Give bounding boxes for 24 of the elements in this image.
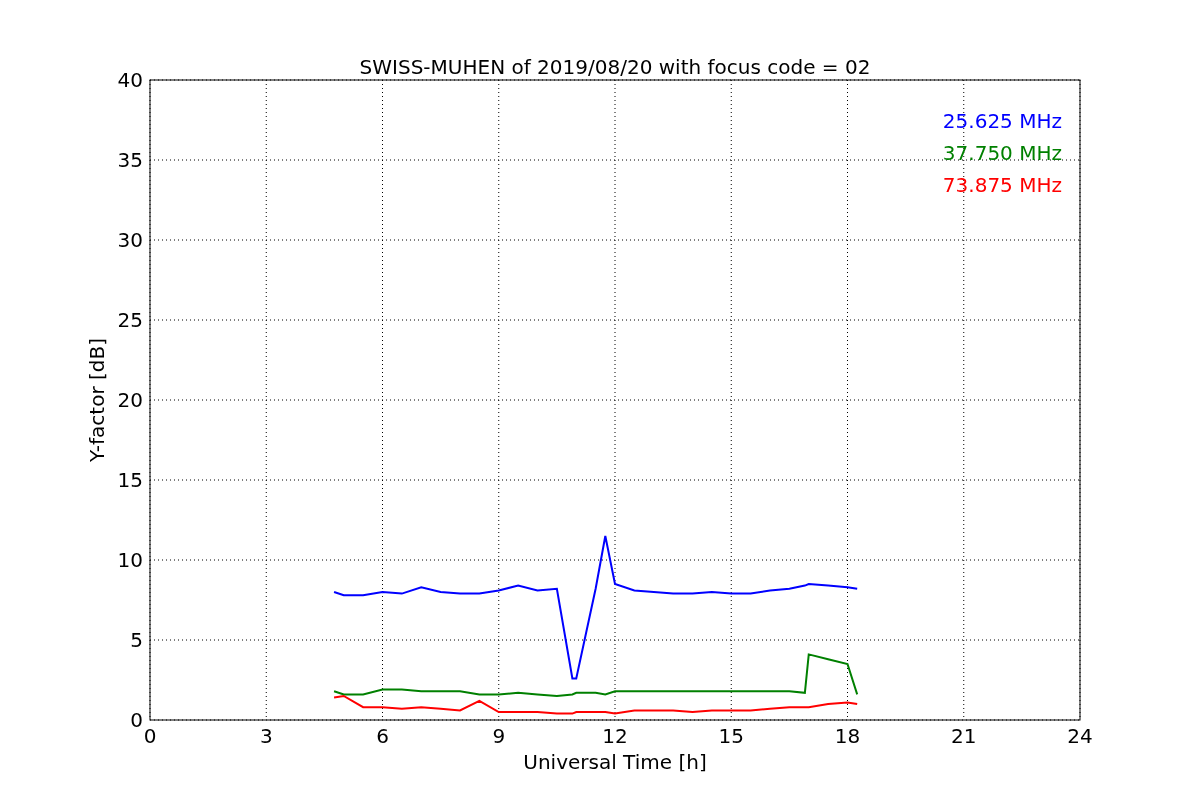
tick-label: 30 — [117, 228, 143, 252]
tick-label: 15 — [718, 724, 744, 748]
chart-title: SWISS-MUHEN of 2019/08/20 with focus code = 02 — [359, 55, 871, 79]
tick-label: 18 — [834, 724, 861, 748]
tick-label: 5 — [130, 628, 143, 652]
tick-label: 40 — [117, 68, 143, 92]
tick-label: 25 — [117, 308, 143, 332]
axis-label: Universal Time [h] — [523, 750, 707, 774]
tick-label: 24 — [1067, 724, 1093, 748]
tick-label: 21 — [951, 724, 977, 748]
legend-label: 73.875 MHz — [942, 173, 1062, 197]
tick-label: 6 — [376, 724, 389, 748]
tick-label: 3 — [259, 724, 273, 748]
tick-label: 9 — [492, 724, 506, 748]
tick-label: 0 — [143, 724, 157, 748]
tick-label: 12 — [602, 724, 628, 748]
tick-label: 0 — [130, 708, 143, 732]
tick-label: 20 — [117, 388, 143, 412]
legend-label: 25.625 MHz — [942, 109, 1062, 133]
tick-label: 15 — [117, 468, 143, 492]
legend-label: 37.750 MHz — [942, 141, 1062, 165]
tick-label: 10 — [117, 548, 143, 572]
tick-label: 35 — [117, 148, 143, 172]
axis-label: Y-factor [dB] — [85, 338, 109, 462]
